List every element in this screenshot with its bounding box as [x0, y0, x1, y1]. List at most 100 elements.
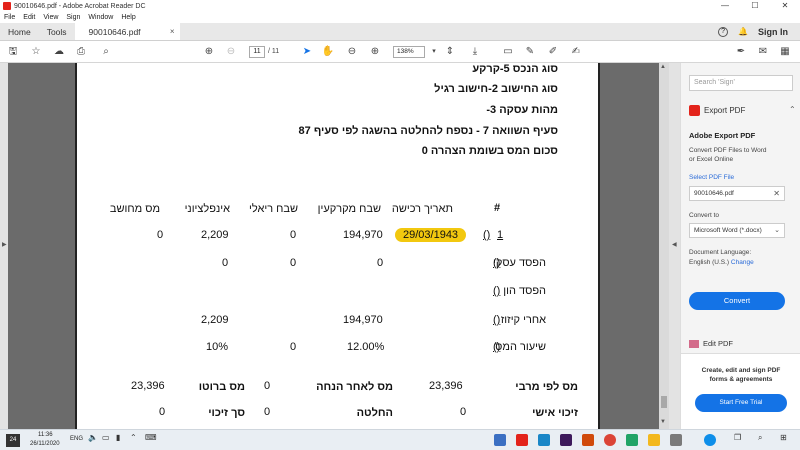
close-window-button[interactable]: ✕: [770, 0, 800, 12]
search-taskbar-icon[interactable]: ⌕: [758, 433, 762, 443]
scroll-down-icon[interactable]: ▼: [660, 419, 666, 425]
scroll-thumb[interactable]: [661, 396, 667, 408]
after-offset-label: אחרי קיזוז: [500, 314, 546, 326]
sign-in-link[interactable]: Sign In: [758, 27, 788, 37]
edge-taskbar-icon[interactable]: [704, 434, 716, 446]
tab-tools[interactable]: Tools: [39, 23, 75, 40]
menu-view[interactable]: View: [39, 12, 62, 23]
clock-time: 11:36: [38, 432, 53, 438]
transaction-nature-line: מהות עסקה 3-: [486, 104, 558, 116]
expand-left-icon[interactable]: ▶: [2, 241, 7, 248]
zoom-in-icon[interactable]: ⊕: [368, 45, 382, 59]
doc-lang-change-link[interactable]: Change: [731, 259, 754, 266]
edit-pdf-tool[interactable]: Edit PDF: [689, 339, 733, 348]
scroll-up-icon[interactable]: ▲: [660, 64, 666, 70]
outlook-taskbar-icon[interactable]: [538, 434, 550, 446]
business-loss-label: הפסד עסקי: [492, 257, 546, 269]
zoom-level-select[interactable]: 138%: [393, 46, 425, 58]
upload-cloud-icon[interactable]: ☁: [52, 45, 66, 59]
email-icon[interactable]: ✉: [756, 45, 770, 59]
menu-sign[interactable]: Sign: [62, 12, 84, 23]
select-file-label[interactable]: Select PDF File: [689, 174, 734, 181]
menu-file[interactable]: File: [0, 12, 19, 23]
taskbar-app-icon[interactable]: [494, 434, 506, 446]
menu-edit[interactable]: Edit: [19, 12, 39, 23]
comment-icon[interactable]: ▭: [501, 45, 515, 59]
fit-page-icon[interactable]: ⇕: [443, 45, 457, 59]
selected-file-field[interactable]: 90010646.pdf ✕: [689, 186, 785, 201]
convert-button[interactable]: Convert: [689, 292, 785, 310]
right-panel-toggle[interactable]: ◀: [669, 63, 680, 429]
remove-file-icon[interactable]: ✕: [773, 187, 780, 200]
save-icon[interactable]: 🖫: [6, 45, 20, 59]
store-taskbar-icon[interactable]: [670, 434, 682, 446]
battery-icon[interactable]: ▮: [116, 433, 120, 442]
edit-pdf-icon: [689, 339, 699, 348]
help-icon[interactable]: ?: [718, 26, 729, 37]
export-desc-2: or Excel Online: [689, 156, 734, 163]
premiere-taskbar-icon[interactable]: [560, 434, 572, 446]
zoom-out-icon[interactable]: ⊖: [345, 45, 359, 59]
previous-page-icon[interactable]: ⊕: [202, 45, 216, 59]
more-tools-icon[interactable]: ▦: [778, 45, 792, 59]
gross-tax-total: 23,396: [131, 380, 165, 392]
export-title: Adobe Export PDF: [689, 131, 756, 140]
row1-inflationary: 2,209: [201, 229, 229, 241]
bookmark-star-icon[interactable]: ☆: [29, 45, 43, 59]
powerpoint-taskbar-icon[interactable]: [582, 434, 594, 446]
sign-icon[interactable]: ✍: [569, 45, 583, 59]
notification-badge[interactable]: 24: [6, 434, 20, 447]
collapse-right-icon[interactable]: ◀: [672, 241, 677, 248]
select-cursor-icon[interactable]: ➤: [300, 45, 314, 59]
credit-total-value: 0: [264, 406, 271, 418]
convert-to-label: Convert to: [689, 212, 719, 219]
page-number-input[interactable]: 11: [249, 46, 265, 58]
tab-home[interactable]: Home: [0, 23, 39, 40]
document-area: ▶ סוג הנכס 5-קרקע סוג החישוב 2-חישוב רגי…: [0, 63, 680, 429]
max-tax-value: 23,396: [429, 380, 463, 392]
acrobat-app-icon: [3, 2, 11, 10]
menu-window[interactable]: Window: [84, 12, 117, 23]
zoom-dropdown-icon[interactable]: ▾: [427, 45, 441, 59]
volume-icon[interactable]: 🔈: [88, 433, 98, 442]
export-pdf-header[interactable]: Export PDF: [689, 105, 745, 116]
capital-loss-label: הפסד הון: [503, 285, 546, 297]
excel-taskbar-icon[interactable]: [626, 434, 638, 446]
vertical-scrollbar[interactable]: ▲ ▼: [659, 63, 669, 429]
toolbar: 🖫 ☆ ☁ ⎙ ⌕ ⊕ ⊖ 11 / 11 ➤ ✋ ⊖ ⊕ 138% ▾ ⇕ ⤓…: [0, 41, 800, 63]
window-title: 90010646.pdf - Adobe Acrobat Reader DC: [14, 2, 146, 10]
task-view-icon[interactable]: ❒: [734, 433, 741, 442]
personal-credit-value: 0: [460, 406, 467, 418]
file-explorer-taskbar-icon[interactable]: [648, 434, 660, 446]
chrome-taskbar-icon[interactable]: [604, 434, 616, 446]
keyboard-icon[interactable]: ⌨: [145, 433, 157, 442]
draw-icon[interactable]: ✐: [546, 45, 560, 59]
network-icon[interactable]: ▭: [102, 433, 110, 442]
gross-tax-value: 0: [264, 380, 271, 392]
next-page-icon[interactable]: ⊖: [224, 45, 238, 59]
asset-type-line: סוג הנכס 5-קרקע: [472, 63, 558, 75]
export-pdf-icon: [689, 105, 700, 116]
maximize-button[interactable]: ☐: [740, 0, 770, 12]
fill-sign-icon[interactable]: ✒: [734, 45, 748, 59]
print-icon[interactable]: ⎙: [74, 45, 88, 59]
menu-help[interactable]: Help: [117, 12, 139, 23]
taskbar: 24 11:36 26/11/2020 ENG 🔈 ▭ ▮ ⌃ ⌨ ❒ ⌕ ⊞: [0, 429, 800, 450]
tab-close-icon[interactable]: ×: [170, 23, 175, 41]
tools-search-input[interactable]: Search 'Sign': [689, 75, 793, 91]
notification-bell-icon[interactable]: 🔔: [738, 27, 748, 36]
scroll-mode-icon[interactable]: ⤓: [468, 45, 482, 59]
hand-tool-icon[interactable]: ✋: [321, 45, 335, 59]
acrobat-taskbar-icon[interactable]: [516, 434, 528, 446]
input-language[interactable]: ENG: [70, 436, 83, 442]
start-free-trial-button[interactable]: Start Free Trial: [695, 394, 787, 412]
left-panel-toggle[interactable]: ▶: [0, 63, 8, 429]
start-windows-icon[interactable]: ⊞: [780, 433, 787, 442]
convert-to-select[interactable]: Microsoft Word (*.docx) ⌄: [689, 223, 785, 238]
tray-expand-icon[interactable]: ⌃: [130, 433, 137, 442]
search-icon[interactable]: ⌕: [99, 45, 113, 59]
highlight-pen-icon[interactable]: ✎: [523, 45, 537, 59]
collapse-chevron-icon[interactable]: ⌃: [789, 105, 796, 114]
minimize-button[interactable]: —: [710, 0, 740, 12]
tab-document[interactable]: 90010646.pdf ×: [74, 23, 180, 41]
